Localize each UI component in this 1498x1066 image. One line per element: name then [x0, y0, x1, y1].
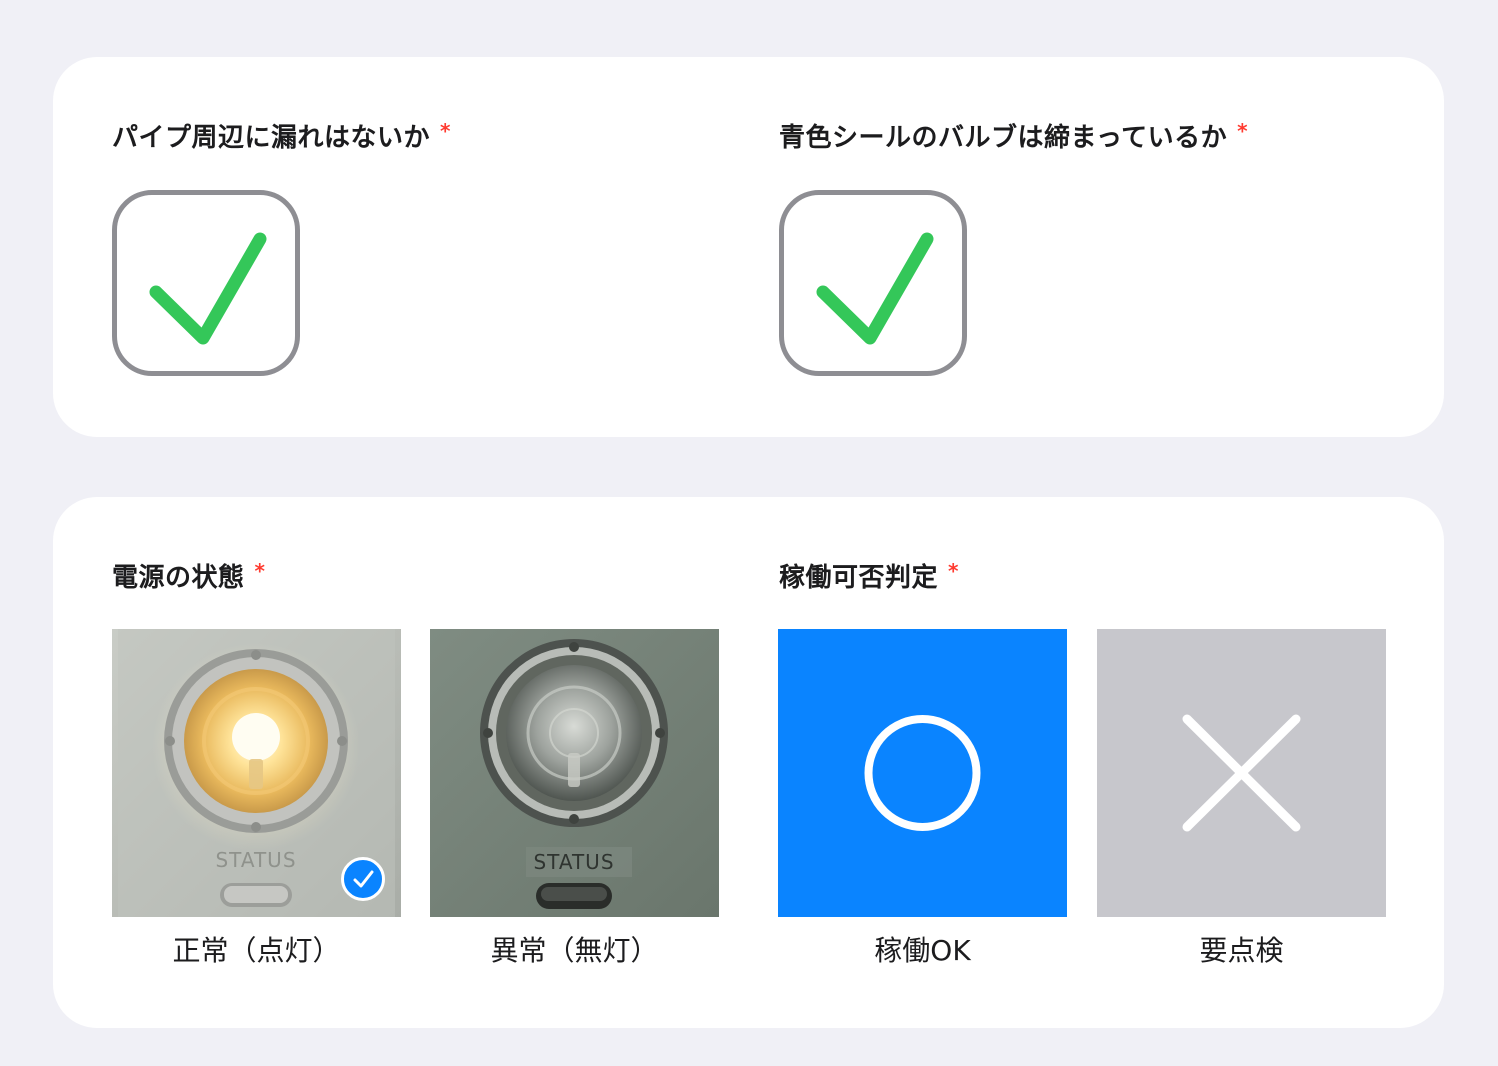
option-caption: 要点検 — [1199, 934, 1284, 967]
inspect-tile — [1097, 629, 1386, 917]
required-asterisk: * — [254, 559, 266, 583]
checklist-card-top: パイプ周辺に漏れはないか * 青色シールのバルブは締まっているか * — [53, 57, 1444, 437]
question-text: 電源の状態 — [112, 563, 245, 593]
judgement-option-ok[interactable]: 稼働OK — [778, 629, 1067, 967]
checkmark-icon — [149, 232, 267, 345]
option-caption: 稼働OK — [874, 934, 971, 967]
required-asterisk: * — [1237, 119, 1249, 143]
option-caption: 正常（点灯） — [172, 934, 341, 967]
question-text: 青色シールのバルブは締まっているか — [779, 123, 1228, 153]
checkmark-icon — [816, 232, 934, 345]
circle-icon — [864, 715, 981, 831]
status-engraving: STATUS — [215, 848, 296, 872]
lamp-off-image: STATUS — [430, 629, 719, 917]
cross-icon — [1182, 714, 1301, 832]
option-caption: 異常（無灯） — [490, 934, 659, 967]
checklist-card-bottom: 電源の状態 * STATUS 正常（点灯） STATUS 異常（無灯） 稼働可否… — [53, 497, 1444, 1028]
selected-check-icon — [341, 857, 385, 901]
power-option-abnormal[interactable]: STATUS 異常（無灯） — [430, 629, 719, 967]
question-text: 稼働可否判定 — [779, 563, 939, 593]
power-option-normal[interactable]: STATUS 正常（点灯） — [112, 629, 401, 967]
blue-valve-checkbox[interactable] — [779, 190, 967, 376]
ok-tile — [778, 629, 1067, 917]
question-label-pipe-leak: パイプ周辺に漏れはないか * — [112, 117, 451, 154]
required-asterisk: * — [948, 559, 959, 583]
status-engraving: STATUS — [533, 850, 614, 874]
question-label-operation-judgement: 稼働可否判定 * — [779, 557, 959, 594]
question-label-blue-valve: 青色シールのバルブは締まっているか * — [779, 117, 1248, 154]
judgement-option-inspect[interactable]: 要点検 — [1097, 629, 1386, 967]
question-label-power-status: 電源の状態 * — [112, 557, 265, 594]
pipe-leak-checkbox[interactable] — [112, 190, 300, 376]
required-asterisk: * — [440, 119, 451, 143]
lamp-on-image: STATUS — [112, 629, 401, 917]
question-text: パイプ周辺に漏れはないか — [112, 123, 431, 153]
